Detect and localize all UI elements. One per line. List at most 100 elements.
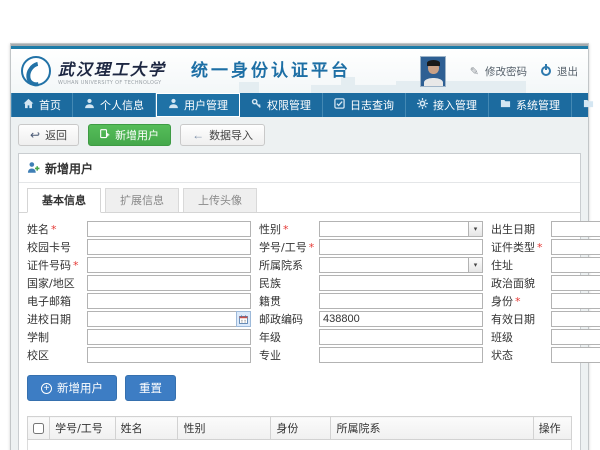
id-type-input[interactable] [551, 239, 600, 255]
political-status-input[interactable] [551, 275, 600, 291]
gear-icon [417, 98, 428, 112]
class-input[interactable] [551, 329, 600, 345]
field-label-identity: 身份* [491, 293, 551, 309]
data-import-button[interactable]: ← 数据导入 [180, 124, 265, 146]
nav-item-subscribe-mgmt[interactable]: 订阅管理 [572, 93, 600, 117]
log-icon [334, 98, 345, 112]
birth-date-input[interactable] [551, 221, 600, 237]
table-header-name: 姓名 [115, 417, 178, 440]
field-label-native-place: 籍贯 [259, 293, 319, 309]
select-all-checkbox[interactable] [33, 423, 44, 434]
tab-extended-info[interactable]: 扩展信息 [105, 188, 179, 212]
university-name-en: WUHAN UNIVERSITY OF TECHNOLOGY [58, 80, 161, 86]
department-dropdown-button[interactable]: ▾ [468, 257, 483, 273]
status-input[interactable] [551, 347, 600, 363]
add-user-icon [100, 129, 110, 142]
grade-input[interactable] [319, 329, 483, 345]
department-input[interactable] [319, 257, 469, 273]
folder-icon [583, 98, 594, 112]
form-field-ethnicity: 民族 [259, 275, 483, 291]
import-arrow-icon: ← [192, 128, 204, 142]
ethnicity-input[interactable] [319, 275, 483, 291]
schooling-length-input[interactable] [87, 329, 251, 345]
reset-button[interactable]: 重置 [125, 375, 176, 401]
logout-link[interactable]: 退出 [557, 64, 578, 79]
toolbar: ↩ 返回 新增用户 ← 数据导入 [18, 124, 581, 146]
main-nav: 首页个人信息用户管理权限管理日志查询接入管理系统管理订阅管理 [11, 93, 588, 117]
nav-item-access-mgmt[interactable]: 接入管理 [406, 93, 489, 117]
identity-input[interactable] [551, 293, 600, 309]
nav-item-profile[interactable]: 个人信息 [73, 93, 156, 117]
back-arrow-icon: ↩ [30, 128, 40, 142]
field-label-campus-card: 校园卡号 [27, 239, 87, 255]
form-actions: 新增用户 重置 [19, 367, 580, 410]
form-field-birth-date: 出生日期 [491, 221, 600, 237]
address-input[interactable] [551, 257, 600, 273]
enroll-date-calendar-button[interactable] [236, 311, 251, 327]
form-field-student-id: 学号/工号* [259, 239, 483, 255]
table-header-identity: 身份 [271, 417, 331, 440]
nav-item-system-mgmt[interactable]: 系统管理 [489, 93, 572, 117]
key-icon [251, 98, 262, 112]
home-icon [23, 98, 34, 112]
field-label-class: 班级 [491, 329, 551, 345]
nav-item-label: 接入管理 [433, 97, 477, 113]
form-field-major: 专业 [259, 347, 483, 363]
required-asterisk: * [73, 259, 79, 272]
required-asterisk: * [515, 295, 521, 308]
form-field-identity: 身份* [491, 293, 600, 309]
submit-add-user-label: 新增用户 [57, 380, 103, 396]
postal-code-input[interactable] [319, 311, 483, 327]
nav-item-label: 日志查询 [350, 97, 394, 113]
required-asterisk: * [283, 223, 289, 236]
gender-dropdown-button[interactable]: ▾ [468, 221, 483, 237]
form-field-enroll-date: 进校日期 [27, 311, 251, 327]
app-window: 武汉理工大学 WUHAN UNIVERSITY OF TECHNOLOGY 统一… [10, 43, 589, 450]
table-header-actions: 操作 [533, 417, 571, 440]
id-number-input[interactable] [87, 257, 251, 273]
nav-item-label: 权限管理 [267, 97, 311, 113]
nav-item-log-query[interactable]: 日志查询 [323, 93, 406, 117]
field-label-schooling-length: 学制 [27, 329, 87, 345]
form-field-postal-code: 邮政编码 [259, 311, 483, 327]
table-header-department: 所属院系 [331, 417, 533, 440]
content-area: ↩ 返回 新增用户 ← 数据导入 新增用户 基本信息扩展信息上传头像 [11, 117, 588, 450]
native-place-input[interactable] [319, 293, 483, 309]
nav-item-perm-mgmt[interactable]: 权限管理 [240, 93, 323, 117]
form-field-department: 所属院系▾ [259, 257, 483, 273]
major-input[interactable] [319, 347, 483, 363]
nav-item-user-mgmt[interactable]: 用户管理 [156, 93, 240, 117]
form-field-status: 状态 [491, 347, 600, 363]
required-asterisk: * [309, 241, 315, 254]
campus-input[interactable] [87, 347, 251, 363]
add-user-toolbar-button[interactable]: 新增用户 [88, 124, 171, 146]
enroll-date-input[interactable] [87, 311, 237, 327]
field-label-student-id: 学号/工号* [259, 239, 319, 255]
submit-add-user-button[interactable]: 新增用户 [27, 375, 117, 401]
new-user-panel: 新增用户 基本信息扩展信息上传头像 姓名*性别*▾出生日期校园卡号学号/工号*证… [18, 153, 581, 450]
gender-input[interactable] [319, 221, 469, 237]
nav-item-home[interactable]: 首页 [11, 93, 73, 117]
tab-upload-avatar[interactable]: 上传头像 [183, 188, 257, 212]
platform-title: 统一身份认证平台 [191, 49, 351, 93]
header-user-area: ✎ 修改密码 退出 [420, 49, 578, 93]
table-header-gender: 性别 [178, 417, 271, 440]
change-password-link[interactable]: 修改密码 [485, 64, 527, 79]
tab-basic-info[interactable]: 基本信息 [27, 188, 101, 213]
valid-date-input[interactable] [551, 311, 600, 327]
country-region-input[interactable] [87, 275, 251, 291]
university-name-block: 武汉理工大学 WUHAN UNIVERSITY OF TECHNOLOGY [58, 56, 184, 87]
name-input[interactable] [87, 221, 251, 237]
campus-card-input[interactable] [87, 239, 251, 255]
email-input[interactable] [87, 293, 251, 309]
field-label-postal-code: 邮政编码 [259, 311, 319, 327]
new-user-form: 姓名*性别*▾出生日期校园卡号学号/工号*证件类型*证件号码*所属院系▾住址国家… [19, 213, 580, 367]
page-canvas: 武汉理工大学 WUHAN UNIVERSITY OF TECHNOLOGY 统一… [0, 0, 600, 450]
form-field-name: 姓名* [27, 221, 251, 237]
student-id-input[interactable] [319, 239, 483, 255]
field-label-ethnicity: 民族 [259, 275, 319, 291]
data-import-label: 数据导入 [209, 127, 253, 143]
folder-icon [500, 98, 511, 112]
back-button[interactable]: ↩ 返回 [18, 124, 79, 146]
form-field-class: 班级 [491, 329, 600, 345]
